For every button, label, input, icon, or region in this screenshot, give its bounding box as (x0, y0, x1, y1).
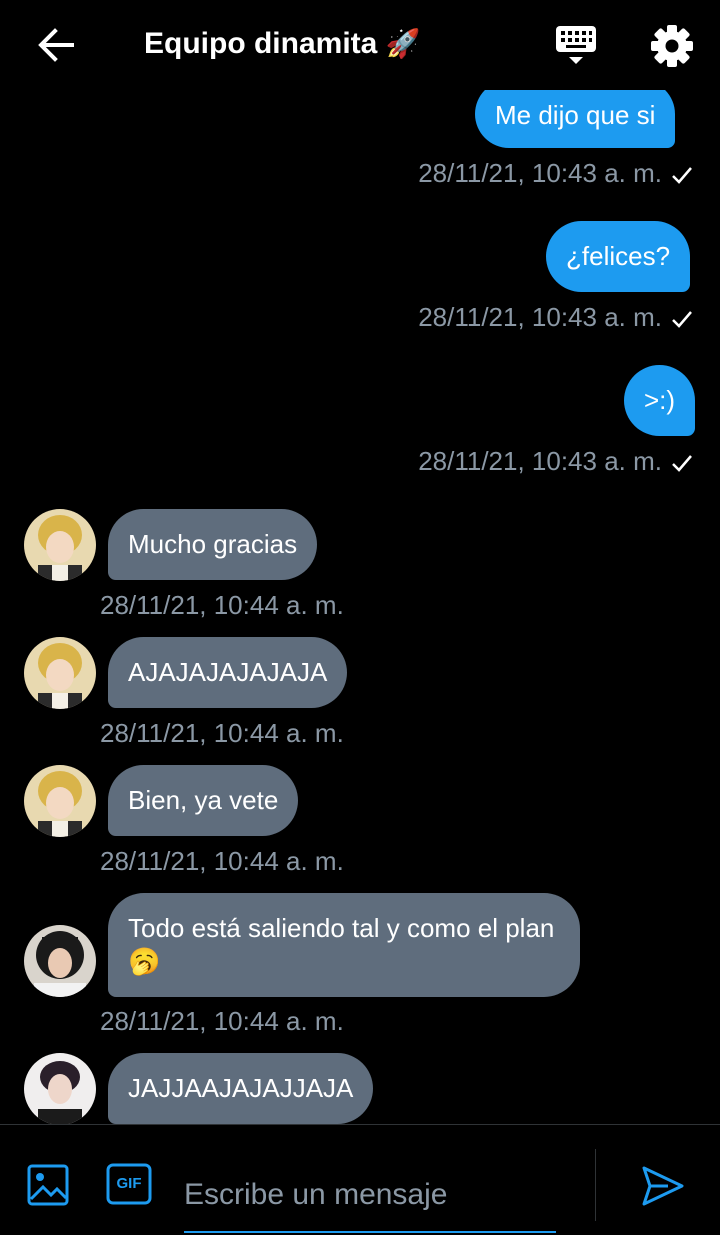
avatar[interactable] (24, 1053, 96, 1124)
send-icon (642, 1166, 684, 1206)
chat-title: Equipo dinamita 🚀 (144, 24, 421, 64)
composer-divider (595, 1149, 596, 1221)
avatar-image (24, 1053, 96, 1124)
outgoing-message[interactable]: ¿felices? (546, 221, 691, 292)
gear-icon (651, 25, 693, 67)
gif-button[interactable]: GIF (106, 1163, 152, 1205)
avatar[interactable] (24, 925, 96, 997)
arrow-left-icon (38, 28, 74, 62)
back-button[interactable] (34, 26, 78, 64)
image-icon (27, 1164, 69, 1206)
avatar-image (24, 925, 96, 997)
avatar[interactable] (24, 509, 96, 581)
send-button[interactable] (640, 1163, 686, 1209)
message-timestamp: 28/11/21, 10:44 a. m. (100, 1006, 344, 1036)
incoming-message[interactable]: AJAJAJAJAJAJA (108, 637, 348, 708)
message-meta: 28/11/21, 10:43 a. m. (418, 445, 694, 477)
chat-header: Equipo dinamita 🚀 (0, 0, 720, 90)
keyboard-icon (556, 26, 596, 64)
message-text: Bien, ya vete (128, 785, 279, 815)
incoming-message[interactable]: Todo está saliendo tal y como el plan 🥱 (108, 893, 580, 997)
message-text: JAJJAAJAJAJJAJA (128, 1073, 354, 1103)
message-text: AJAJAJAJAJAJA (128, 657, 328, 687)
keyboard-button[interactable] (552, 24, 600, 68)
message-text: Mucho gracias (128, 529, 298, 559)
rocket-emoji: 🚀 (385, 28, 421, 59)
incoming-message[interactable]: Bien, ya vete (108, 765, 299, 836)
message-text: ¿felices? (566, 241, 671, 271)
message-timestamp: 28/11/21, 10:43 a. m. (418, 446, 662, 476)
attach-image-button[interactable] (26, 1163, 70, 1207)
message-timestamp: 28/11/21, 10:44 a. m. (100, 718, 344, 748)
outgoing-message[interactable]: >:) (624, 365, 696, 436)
avatar[interactable] (24, 765, 96, 837)
incoming-message[interactable]: JAJJAAJAJAJJAJA (108, 1053, 374, 1124)
avatar[interactable] (24, 637, 96, 709)
message-input[interactable] (184, 1159, 556, 1233)
message-timestamp: 28/11/21, 10:44 a. m. (100, 846, 344, 876)
sent-check-icon (672, 311, 692, 328)
message-text: Todo está saliendo tal y como el plan 🥱 (128, 913, 555, 976)
message-text: Me dijo que si (495, 100, 656, 130)
message-timestamp: 28/11/21, 10:44 a. m. (100, 590, 344, 620)
sent-check-icon (672, 455, 692, 472)
message-text: >:) (644, 385, 676, 415)
message-timestamp: 28/11/21, 10:43 a. m. (418, 158, 662, 188)
message-timestamp: 28/11/21, 10:43 a. m. (418, 302, 662, 332)
message-meta: 28/11/21, 10:43 a. m. (418, 301, 694, 333)
chat-title-text: Equipo dinamita (144, 27, 378, 60)
gif-label: GIF (116, 1175, 142, 1192)
avatar-image (24, 637, 96, 709)
avatar-image (24, 509, 96, 581)
message-meta: 28/11/21, 10:43 a. m. (418, 157, 694, 189)
avatar-image (24, 765, 96, 837)
settings-button[interactable] (648, 22, 696, 70)
outgoing-message[interactable]: Me dijo que si (475, 90, 676, 148)
sent-check-icon (672, 167, 692, 184)
message-composer: GIF (0, 1124, 720, 1235)
incoming-message[interactable]: Mucho gracias (108, 509, 318, 580)
message-list[interactable]: Me dijo que si 28/11/21, 10:43 a. m. ¿fe… (0, 90, 720, 1124)
